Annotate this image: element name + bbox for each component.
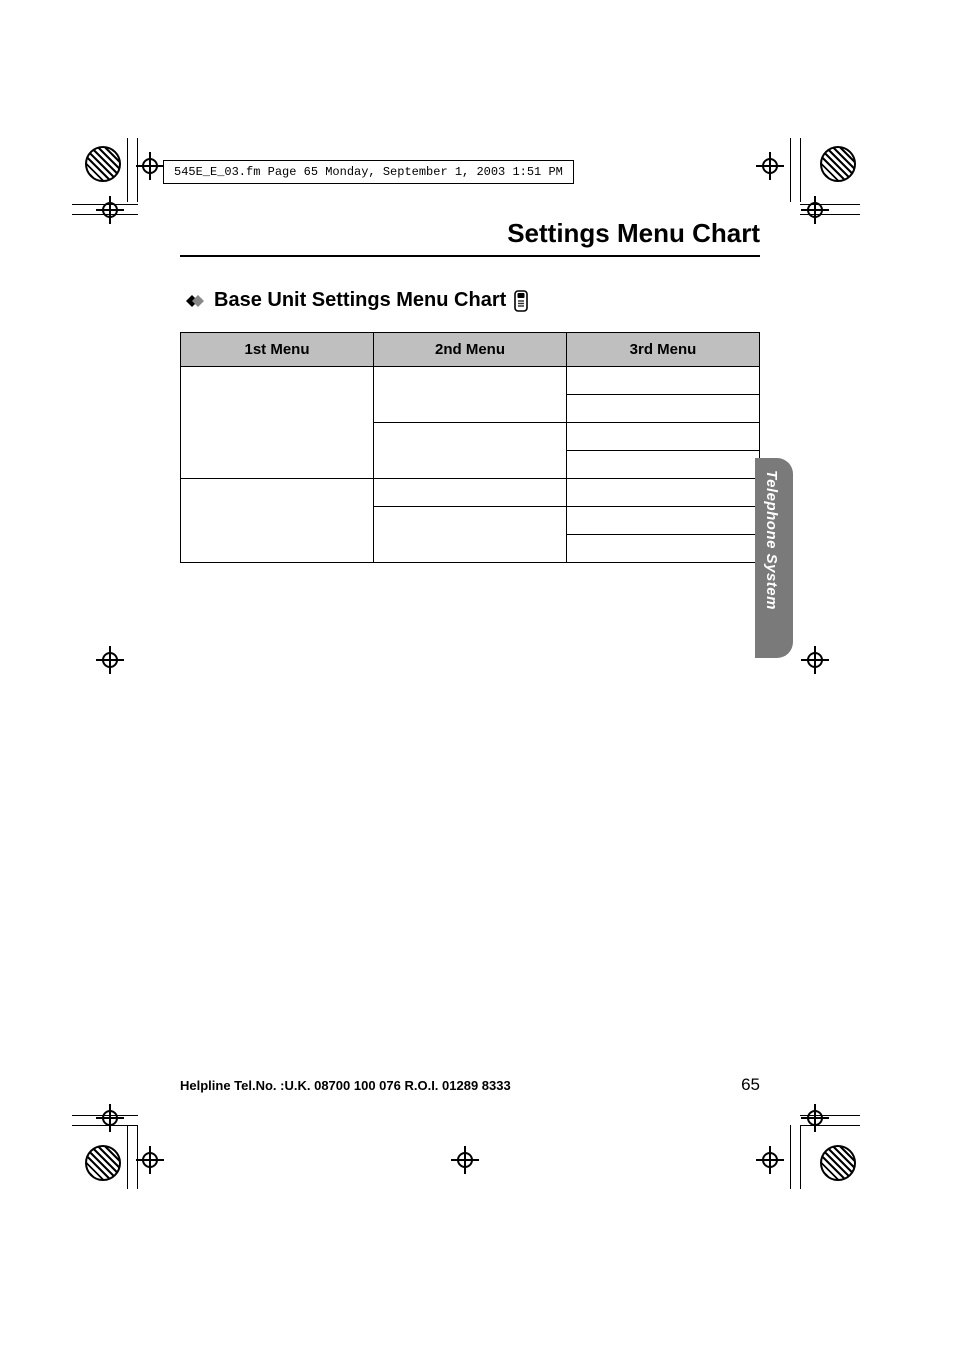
- registration-mark-icon: [820, 146, 856, 182]
- table-header-row: 1st Menu 2nd Menu 3rd Menu: [181, 333, 760, 367]
- crosshair-icon: [455, 1150, 475, 1170]
- registration-mark-icon: [85, 146, 121, 182]
- section-tab: Telephone System: [755, 458, 793, 658]
- registration-mark-icon: [820, 1145, 856, 1181]
- phone-icon: [514, 290, 528, 312]
- fm-header-tag: 545E_E_03.fm Page 65 Monday, September 1…: [163, 160, 574, 184]
- page-title: Settings Menu Chart: [180, 218, 760, 257]
- col-header-1: 1st Menu: [181, 333, 374, 367]
- crosshair-icon: [100, 1108, 120, 1128]
- crosshair-icon: [760, 1150, 780, 1170]
- crosshair-icon: [100, 200, 120, 220]
- page-footer: Helpline Tel.No. :U.K. 08700 100 076 R.O…: [180, 1075, 760, 1095]
- section-tab-label: Telephone System: [763, 470, 780, 610]
- page-number: 65: [741, 1075, 760, 1095]
- table-row: [181, 479, 760, 507]
- page-content: Settings Menu Chart Base Unit Settings M…: [180, 218, 760, 563]
- col-header-2: 2nd Menu: [374, 333, 567, 367]
- header-leader-line: [137, 166, 163, 167]
- crosshair-icon: [140, 1150, 160, 1170]
- table-row: [181, 367, 760, 395]
- crosshair-icon: [805, 650, 825, 670]
- menu-chart-table: 1st Menu 2nd Menu 3rd Menu: [180, 332, 760, 563]
- helpline-text: Helpline Tel.No. :U.K. 08700 100 076 R.O…: [180, 1078, 511, 1093]
- subsection-title: Base Unit Settings Menu Chart: [214, 289, 506, 312]
- crosshair-icon: [805, 200, 825, 220]
- crosshair-icon: [760, 156, 780, 176]
- col-header-3: 3rd Menu: [567, 333, 760, 367]
- diamond-bullet-icon: [180, 293, 206, 309]
- subsection-heading: Base Unit Settings Menu Chart: [180, 289, 760, 312]
- crosshair-icon: [805, 1108, 825, 1128]
- registration-mark-icon: [85, 1145, 121, 1181]
- manual-page: 545E_E_03.fm Page 65 Monday, September 1…: [0, 0, 954, 1351]
- crosshair-icon: [100, 650, 120, 670]
